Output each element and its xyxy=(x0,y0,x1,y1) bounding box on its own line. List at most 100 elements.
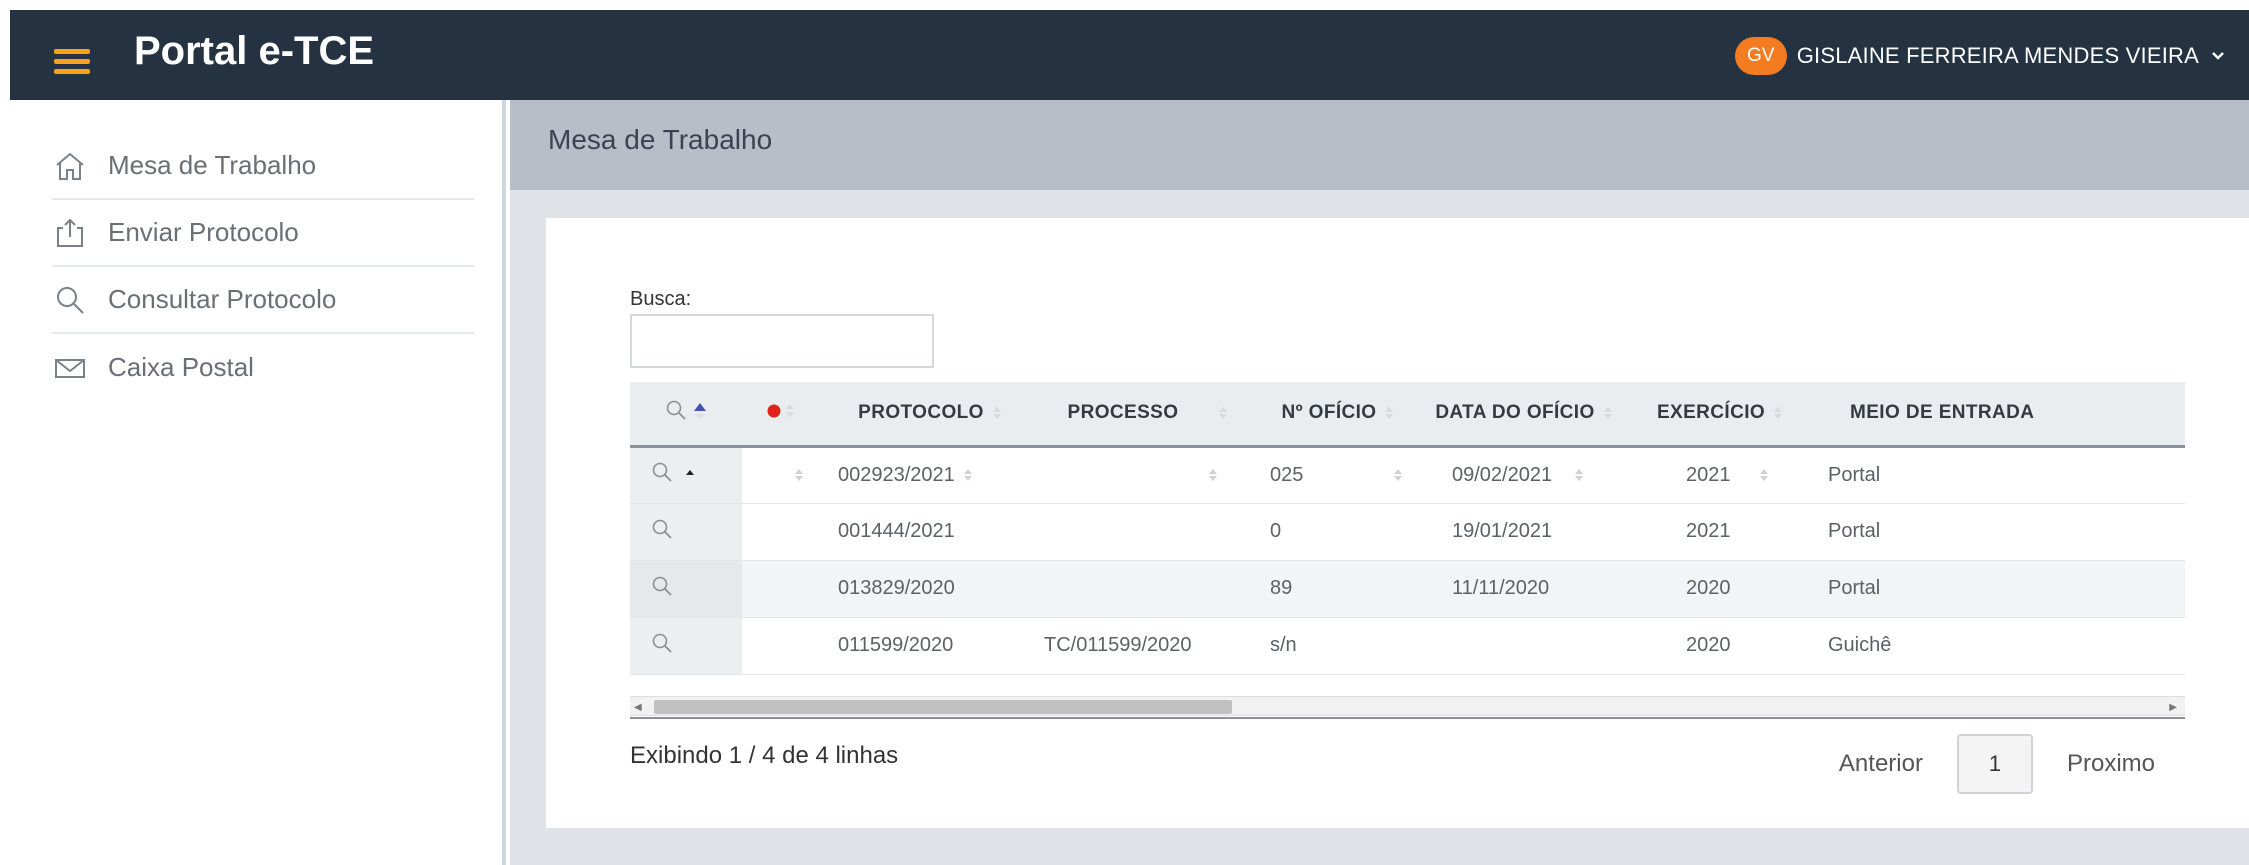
sort-icon xyxy=(1385,407,1394,420)
avatar: GV xyxy=(1734,37,1787,75)
data-cell: 11/11/2020 xyxy=(1418,560,1630,618)
sidebar-item-enviar-protocolo[interactable]: Enviar Protocolo xyxy=(52,200,474,267)
table-row[interactable]: 011599/2020 TC/011599/2020 s/n 2020 Guic… xyxy=(630,617,2185,675)
sort-icon xyxy=(1759,469,1768,482)
search-label: Busca: xyxy=(630,288,692,310)
sort-icon xyxy=(1394,469,1403,482)
scrollbar-thumb[interactable] xyxy=(654,700,1232,714)
meio-cell: Portal xyxy=(1810,560,2185,618)
view-cell[interactable] xyxy=(630,560,742,618)
oficio-cell: s/n xyxy=(1258,617,1418,675)
view-cell[interactable] xyxy=(630,503,742,561)
sidebar-item-label: Mesa de Trabalho xyxy=(108,150,317,180)
sidebar-item-caixa-postal[interactable]: Caixa Postal xyxy=(52,334,474,401)
sort-icon xyxy=(795,469,803,482)
main-content: Mesa de Trabalho Busca: PROTOCOLO PROCES… xyxy=(510,100,2249,865)
scroll-left-arrow-icon[interactable]: ◀ xyxy=(634,702,642,713)
view-cell[interactable] xyxy=(630,617,742,675)
oficio-cell: 025 xyxy=(1258,446,1418,504)
scroll-right-arrow-icon[interactable]: ▶ xyxy=(2169,702,2177,713)
processo-cell: TC/011599/2020 xyxy=(1038,617,1258,675)
table-row[interactable]: 001444/2021 0 19/01/2021 2021 Portal xyxy=(630,503,2185,561)
exercicio-cell: 2020 xyxy=(1630,560,1810,618)
oficio-cell: 0 xyxy=(1258,503,1418,561)
view-cell[interactable] xyxy=(630,446,742,504)
horizontal-scrollbar[interactable]: ◀ ▶ xyxy=(630,696,2185,719)
protocol-table: PROTOCOLO PROCESSO Nº OFÍCIO DATA DO OFÍ… xyxy=(630,382,2185,694)
sort-icon xyxy=(992,407,1001,420)
user-menu[interactable]: GV GISLAINE FERREIRA MENDES VIEIRA xyxy=(1734,36,2225,76)
sort-icon xyxy=(1219,407,1228,420)
table-header-row: PROTOCOLO PROCESSO Nº OFÍCIO DATA DO OFÍ… xyxy=(630,382,2185,448)
table-bottom-border xyxy=(630,717,2185,719)
status-cell xyxy=(742,617,822,675)
hamburger-menu-icon[interactable] xyxy=(54,37,92,74)
column-header-processo[interactable]: PROCESSO xyxy=(1038,382,1258,448)
processo-cell xyxy=(1038,560,1258,618)
sidebar-item-label: Enviar Protocolo xyxy=(108,217,299,247)
meio-cell: Guichê xyxy=(1810,617,2185,675)
sidebar-item-label: Consultar Protocolo xyxy=(108,284,337,314)
content-card: Busca: PROTOCOLO PROCESSO Nº OFÍCIO DATA… xyxy=(546,218,2249,828)
exercicio-cell: 2021 xyxy=(1630,503,1810,561)
previous-page-button[interactable]: Anterior xyxy=(1805,750,1957,778)
upload-icon xyxy=(52,217,88,249)
red-dot-icon xyxy=(767,404,794,418)
sidebar: Mesa de Trabalho Enviar Protocolo Consul… xyxy=(10,100,506,865)
meio-cell: Portal xyxy=(1810,446,2185,504)
page-title: Mesa de Trabalho xyxy=(548,124,773,155)
column-header-protocolo[interactable]: PROTOCOLO xyxy=(822,382,1038,448)
column-header-exercicio[interactable]: EXERCÍCIO xyxy=(1630,382,1810,448)
table-row[interactable]: 002923/2021 025 09/02/2021 2021 Portal xyxy=(630,446,2185,504)
page-1-button[interactable]: 1 xyxy=(1956,734,2033,794)
chevron-down-icon xyxy=(2212,52,2224,60)
data-cell: 19/01/2021 xyxy=(1418,503,1630,561)
protocolo-cell: 013829/2020 xyxy=(822,560,1038,618)
pagination-info: Exibindo 1 / 4 de 4 linhas xyxy=(630,742,899,769)
protocolo-cell: 011599/2020 xyxy=(822,617,1038,675)
magnifier-icon xyxy=(652,462,694,482)
home-icon xyxy=(52,150,88,182)
sort-icon xyxy=(1209,469,1217,482)
sidebar-item-mesa-de-trabalho[interactable]: Mesa de Trabalho xyxy=(52,133,474,200)
top-navbar: Portal e-TCE GV GISLAINE FERREIRA MENDES… xyxy=(10,10,2249,100)
data-cell xyxy=(1418,617,1630,675)
processo-cell xyxy=(1038,446,1258,504)
brand-title: Portal e-TCE xyxy=(134,29,375,73)
oficio-cell: 89 xyxy=(1258,560,1418,618)
app: Portal e-TCE GV GISLAINE FERREIRA MENDES… xyxy=(0,0,2249,865)
magnifier-icon xyxy=(652,576,672,596)
protocolo-cell: 001444/2021 xyxy=(822,503,1038,561)
column-header-meio-de-entrada[interactable]: MEIO DE ENTRADA xyxy=(1810,382,2185,448)
column-header-data-do-oficio[interactable]: DATA DO OFÍCIO xyxy=(1418,382,1630,448)
column-header-view[interactable] xyxy=(630,382,742,448)
protocolo-cell: 002923/2021 xyxy=(822,446,1038,504)
status-cell xyxy=(742,446,822,504)
table-row[interactable]: 013829/2020 89 11/11/2020 2020 Portal xyxy=(630,560,2185,618)
processo-cell xyxy=(1038,503,1258,561)
search-input[interactable] xyxy=(630,314,934,368)
magnifier-sort-icon xyxy=(666,400,706,420)
magnifier-icon xyxy=(652,519,672,539)
next-page-button[interactable]: Proximo xyxy=(2033,750,2189,778)
exercicio-cell: 2021 xyxy=(1630,446,1810,504)
data-cell: 09/02/2021 xyxy=(1418,446,1630,504)
sort-icon xyxy=(963,469,972,482)
page-header: Mesa de Trabalho xyxy=(510,100,2249,190)
user-name: GISLAINE FERREIRA MENDES VIEIRA xyxy=(1796,43,2199,68)
status-cell xyxy=(742,560,822,618)
column-header-oficio[interactable]: Nº OFÍCIO xyxy=(1258,382,1418,448)
pagination: Anterior 1 Proximo xyxy=(1805,734,2189,794)
sort-icon xyxy=(1575,469,1584,482)
meio-cell: Portal xyxy=(1810,503,2185,561)
status-cell xyxy=(742,503,822,561)
magnifier-icon xyxy=(652,633,672,653)
mail-icon xyxy=(52,352,88,384)
search-icon xyxy=(52,284,88,316)
sidebar-item-consultar-protocolo[interactable]: Consultar Protocolo xyxy=(52,267,474,334)
sidebar-item-label: Caixa Postal xyxy=(108,352,254,382)
sort-icon xyxy=(1603,407,1612,420)
exercicio-cell: 2020 xyxy=(1630,617,1810,675)
column-header-status[interactable] xyxy=(742,382,822,448)
sort-icon xyxy=(1774,407,1783,420)
